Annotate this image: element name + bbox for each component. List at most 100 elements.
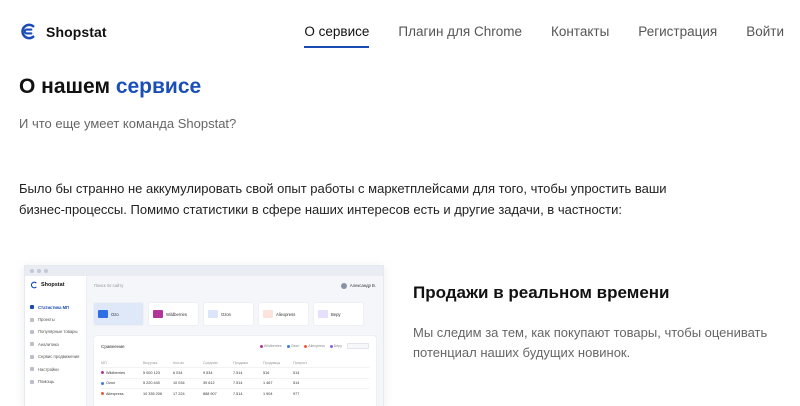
row-dot-icon — [101, 381, 104, 385]
marketplace-logo-icon — [318, 310, 328, 318]
preview-card-label: Aliexpress — [276, 311, 296, 317]
menu-square-icon — [30, 367, 34, 372]
table-cell: 6 034 — [173, 370, 183, 375]
column-header: Выручка — [143, 361, 158, 365]
preview-table-header: МП Выручка Кол-во Средняя Продажи Продав… — [101, 359, 369, 367]
avatar — [340, 282, 347, 289]
preview-sidebar-item: Статистика МП — [30, 301, 81, 313]
preview-card: Beру — [314, 303, 363, 325]
legend-item: Ozon — [286, 344, 300, 348]
legend-item: Wildberries — [259, 344, 282, 348]
row-label: Ozon — [106, 381, 116, 386]
row-dot-icon — [101, 371, 104, 375]
preview-topbar: Поиск по сайту Александр В. — [94, 281, 376, 290]
preview-card-label: Wildberries — [166, 311, 187, 317]
table-cell: 17 224 — [173, 391, 185, 396]
row-dot-icon — [101, 392, 104, 396]
row-name: Aliexpress — [101, 392, 143, 396]
column-header: Кол-во — [173, 361, 185, 365]
legend-item: Беру — [329, 344, 342, 348]
legend-dot-icon — [304, 344, 308, 348]
nav-register[interactable]: Регистрация — [638, 24, 717, 39]
nav-chrome-plugin[interactable]: Плагин для Chrome — [398, 24, 522, 39]
nav-contacts[interactable]: Контакты — [551, 24, 609, 39]
title-plain: О нашем — [19, 75, 116, 98]
nav-about[interactable]: О сервисе — [304, 24, 370, 48]
legend-label: Wildberries — [263, 344, 282, 348]
table-cell: 514 — [293, 370, 300, 375]
table-cell: 10 034 — [173, 381, 185, 386]
table-cell: 516 — [263, 370, 270, 375]
logo[interactable]: Shopstat — [19, 22, 107, 41]
preview-sidebar-label: Сервис продвижения — [38, 354, 80, 360]
title-accent: сервисе — [115, 75, 202, 98]
table-cell: 39 612 — [203, 381, 215, 386]
table-row: Wildberries 5 000 123 6 034 9 534 7.514 … — [101, 367, 369, 378]
table-cell: 5 220 440 — [143, 381, 160, 386]
preview-sidebar-item: Сервис продвижения — [30, 351, 81, 363]
page-subtitle: И что еще умеет команда Shopstat? — [19, 116, 237, 131]
preview-card-label: Beру — [331, 311, 341, 317]
preview-sidebar-label: Аналитика — [38, 341, 59, 347]
menu-square-icon — [30, 354, 34, 359]
column-header: Прирост — [293, 361, 308, 365]
preview-sidebar-label: Популярные товары — [38, 329, 78, 335]
table-cell: 9 534 — [203, 370, 213, 375]
row-label: Aliexpress — [106, 391, 124, 396]
table-cell: 977 — [293, 391, 300, 396]
row-name: Wildberries — [101, 371, 143, 375]
menu-square-icon — [30, 342, 34, 347]
window-dot — [44, 269, 48, 273]
column-header: Продавцы — [263, 361, 281, 365]
table-cell: 10 335 206 — [143, 391, 163, 396]
table-cell: 888 907 — [203, 391, 217, 396]
nav-login[interactable]: Войти — [746, 24, 784, 39]
menu-square-icon — [30, 379, 34, 384]
table-cell: 5 000 123 — [143, 370, 160, 375]
preview-app-name: Shopstat — [41, 282, 65, 288]
preview-main: Поиск по сайту Александр В. Ozo Wildberr… — [87, 276, 383, 406]
feature-description: Мы следим за тем, как покупают товары, ч… — [413, 325, 768, 360]
preview-panel-title: Сравнение — [101, 343, 125, 349]
row-label: Wildberries — [106, 370, 125, 375]
preview-logo-icon — [30, 281, 37, 289]
preview-sidebar-item: Проекты — [30, 313, 81, 325]
page-title: О нашем сервисе — [19, 75, 201, 99]
preview-card: Ozon — [204, 303, 253, 325]
preview-sidebar-item: Аналитика — [30, 338, 81, 350]
legend-label: Aliexpress — [308, 344, 325, 348]
legend-label: Ozon — [290, 344, 300, 348]
legend-dot-icon — [329, 344, 333, 348]
preview-panel-header: Сравнение Wildberries Ozon Aliexpress Бе… — [101, 341, 369, 351]
preview-search: Поиск по сайту — [94, 283, 124, 288]
table-row: Aliexpress 10 335 206 17 224 888 907 7.5… — [101, 388, 369, 399]
row-name: Ozon — [101, 381, 143, 385]
site-header: Shopstat О сервисе Плагин для Chrome Кон… — [0, 0, 800, 62]
preview-legend: Wildberries Ozon Aliexpress Беру — [259, 343, 369, 349]
table-cell: 1 467 — [263, 381, 273, 386]
table-cell: 1 904 — [263, 391, 273, 396]
table-row: Ozon 5 220 440 10 034 39 612 7.514 1 467… — [101, 377, 369, 389]
dashboard-preview-image: Shopstat Статистика МП Проекты Популярны… — [24, 265, 384, 406]
preview-select — [347, 343, 369, 349]
preview-sidebar-item: Помощь — [30, 375, 81, 387]
preview-card-label: Ozon — [221, 311, 232, 317]
table-cell: 514 — [293, 381, 300, 386]
column-header: Продажи — [233, 361, 249, 365]
column-header: МП — [101, 361, 107, 365]
logo-text: Shopstat — [46, 23, 107, 40]
preview-sidebar-label: Статистика МП — [38, 304, 70, 310]
feature-title: Продажи в реальном времени — [413, 283, 670, 302]
preview-window-bar — [25, 266, 383, 276]
table-cell: 7.514 — [233, 370, 243, 375]
preview-card: Wildberries — [149, 303, 198, 325]
marketplace-logo-icon — [208, 310, 218, 318]
intro-paragraph: Было бы странно не аккумулировать свой о… — [19, 181, 667, 217]
window-dot — [37, 269, 41, 273]
table-cell: 7.514 — [233, 381, 243, 386]
legend-dot-icon — [259, 344, 263, 348]
preview-marketplace-cards: Ozo Wildberries Ozon Aliexpress Beру — [94, 303, 376, 325]
preview-user: Александр В. — [340, 282, 376, 289]
preview-sidebar-label: Помощь — [38, 379, 55, 385]
preview-sidebar: Shopstat Статистика МП Проекты Популярны… — [25, 276, 87, 406]
